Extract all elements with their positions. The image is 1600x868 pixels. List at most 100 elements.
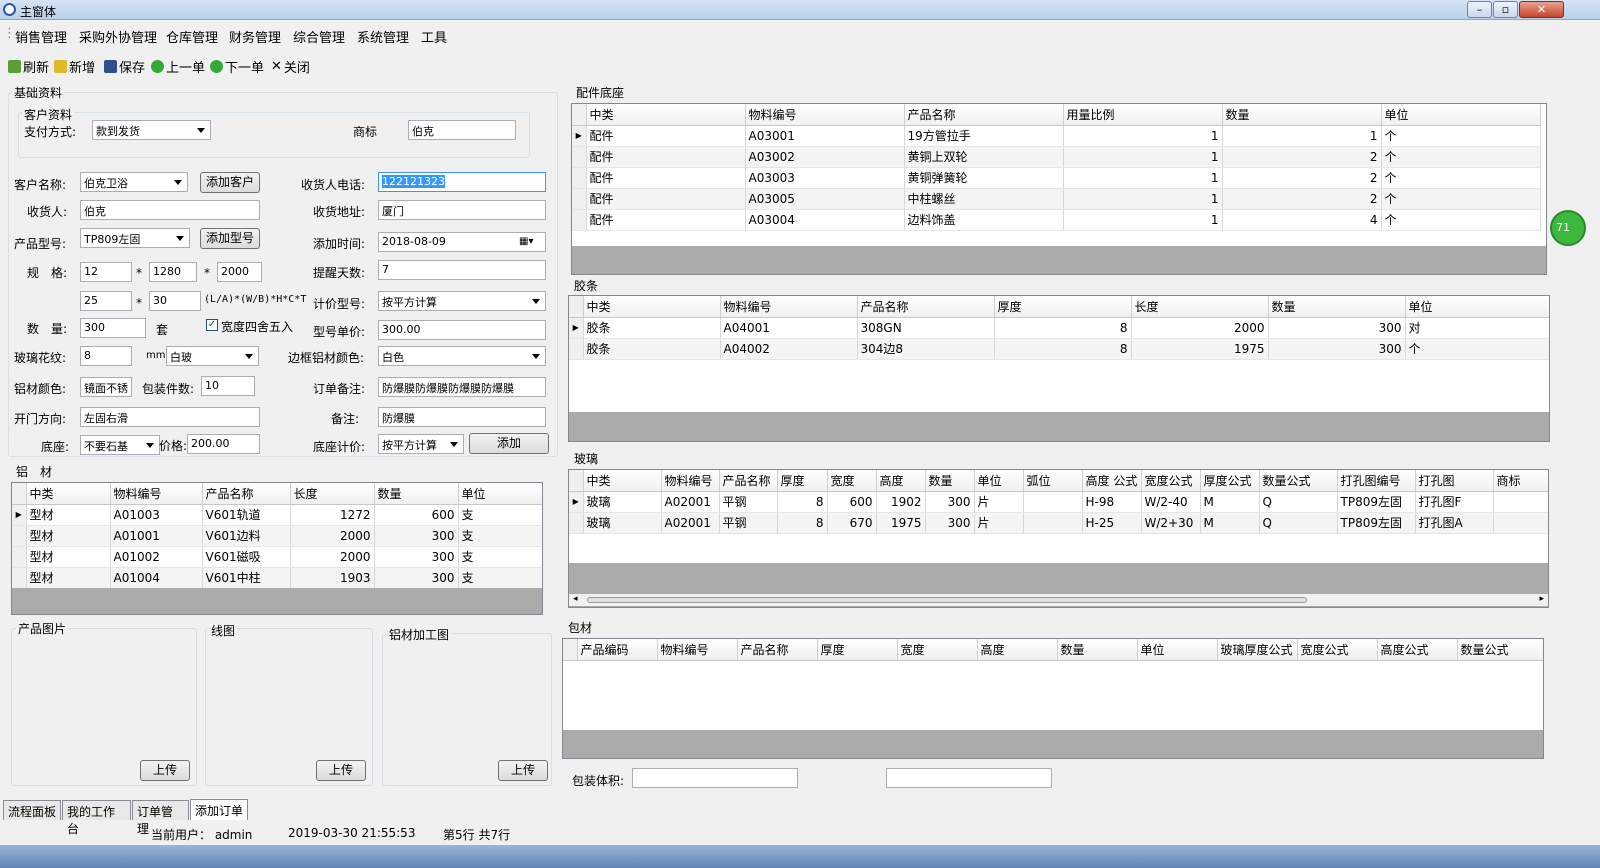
package-count-input[interactable]: 10 <box>201 376 255 396</box>
tab-flow-panel[interactable]: 流程面板 <box>3 800 61 820</box>
minimize-button[interactable]: – <box>1467 1 1492 18</box>
base-select[interactable]: 不要石基 <box>80 435 160 455</box>
col-header[interactable]: 产品编码 <box>577 639 658 661</box>
upload-line-image-button[interactable]: 上传 <box>316 760 366 781</box>
col-header[interactable]: 数量公式 <box>1259 470 1338 492</box>
table-row[interactable]: 配件 A03004 边料饰盖 1 4 个 <box>572 209 1541 231</box>
remark-input[interactable]: 防爆膜 <box>378 407 546 427</box>
col-header[interactable]: 数量公式 <box>1457 639 1543 661</box>
col-header[interactable]: 数量 <box>1222 104 1382 126</box>
table-row[interactable]: 玻璃 A02001 平钢 8 670 1975 300 片 H-25 W/2+30 M Q TP809左… <box>569 512 1548 534</box>
menu-system[interactable]: 系统管理 <box>357 27 409 46</box>
quantity-input[interactable]: 300 <box>80 318 146 338</box>
add-model-button[interactable]: 添加型号 <box>200 228 260 249</box>
remind-days-input[interactable]: 7 <box>378 260 546 280</box>
col-header[interactable]: 打孔图编号 <box>1337 470 1416 492</box>
scroll-thumb[interactable] <box>587 597 1307 603</box>
table-row[interactable]: 胶条 A04002 304边8 8 1975 300 个 <box>569 338 1549 360</box>
col-header[interactable]: 数量 <box>374 483 459 505</box>
col-header[interactable]: 产品名称 <box>857 296 995 318</box>
col-header[interactable]: 中类 <box>26 483 111 505</box>
close-window-button[interactable]: ✕ <box>1519 1 1564 18</box>
spec-width-input[interactable]: 1280 <box>149 262 197 282</box>
col-header[interactable]: 单位 <box>1381 104 1541 126</box>
col-header[interactable]: 单位 <box>1405 296 1549 318</box>
floating-badge[interactable]: 71 <box>1550 210 1586 246</box>
add-button[interactable]: 添加 <box>469 433 549 454</box>
tab-order-management[interactable]: 订单管理 <box>132 800 189 836</box>
spec-b-input[interactable]: 30 <box>149 291 201 311</box>
close-button[interactable]: ✕ 关闭 <box>271 57 310 76</box>
table-row[interactable]: 型材 A01001 V601边料 2000 300 支 <box>12 525 542 547</box>
upload-product-image-button[interactable]: 上传 <box>140 760 190 781</box>
address-input[interactable]: 厦门 <box>378 200 546 220</box>
col-header[interactable]: 高度公式 <box>1377 639 1458 661</box>
col-header[interactable]: 厚度 <box>777 470 828 492</box>
upload-process-image-button[interactable]: 上传 <box>498 760 548 781</box>
col-header[interactable]: 打孔图 <box>1415 470 1494 492</box>
pay-method-select[interactable]: 款到发货 <box>92 120 211 140</box>
col-header[interactable]: 单位 <box>458 483 542 505</box>
table-row[interactable]: 配件 A03005 中柱螺丝 1 2 个 <box>572 188 1541 210</box>
col-header[interactable]: 宽度公式 <box>1297 639 1378 661</box>
spec-a-input[interactable]: 25 <box>80 291 132 311</box>
col-header[interactable]: 中类 <box>586 104 746 126</box>
package-volume-input[interactable] <box>632 768 798 788</box>
scroll-left-icon[interactable]: ◂ <box>573 594 578 604</box>
save-button[interactable]: 保存 <box>104 57 145 76</box>
col-header[interactable]: 高度 公式 <box>1082 470 1142 492</box>
col-header[interactable]: 宽度公式 <box>1141 470 1201 492</box>
col-header[interactable]: 数量 <box>925 470 975 492</box>
col-header[interactable]: 高度 <box>977 639 1058 661</box>
add-customer-button[interactable]: 添加客户 <box>200 172 260 193</box>
glass-color-select[interactable]: 白玻 <box>166 346 259 366</box>
col-header[interactable]: 中类 <box>583 470 662 492</box>
col-header[interactable]: 厚度 <box>817 639 898 661</box>
maximize-button[interactable]: ▫ <box>1493 1 1518 18</box>
next-button[interactable]: 下一单 <box>210 57 264 76</box>
col-header[interactable]: 厚度公式 <box>1200 470 1260 492</box>
col-header[interactable]: 数量 <box>1268 296 1406 318</box>
col-header[interactable]: 长度 <box>290 483 375 505</box>
order-remark-input[interactable]: 防爆膜防爆膜防爆膜防爆膜 <box>378 377 546 397</box>
table-row[interactable]: 型材 A01002 V601磁吸 2000 300 支 <box>12 546 542 568</box>
col-header[interactable]: 厚度 <box>994 296 1132 318</box>
tab-my-workbench[interactable]: 我的工作台 <box>62 800 131 836</box>
prev-button[interactable]: 上一单 <box>151 57 205 76</box>
col-header[interactable]: 物料编号 <box>720 296 858 318</box>
glass-pattern-input[interactable]: 8 <box>80 346 132 366</box>
table-row[interactable]: 配件 A03002 黄铜上双轮 1 2 个 <box>572 146 1541 168</box>
menu-tools[interactable]: 工具 <box>421 27 447 46</box>
price-input[interactable]: 200.00 <box>187 434 260 454</box>
package-extra-input[interactable] <box>886 768 1052 788</box>
col-header[interactable]: 产品名称 <box>202 483 291 505</box>
table-row[interactable]: ▶ 胶条 A04001 308GN 8 2000 300 对 <box>569 317 1549 339</box>
menu-purchase[interactable]: 采购外协管理 <box>79 27 157 46</box>
table-row[interactable]: 型材 A01004 V601中柱 1903 300 支 <box>12 567 542 589</box>
col-header[interactable]: 单位 <box>1137 639 1218 661</box>
aluminum-color-input[interactable]: 镜面不锈 <box>80 377 132 397</box>
col-header[interactable]: 商标 <box>1493 470 1548 492</box>
table-row[interactable]: ▶ 配件 A03001 19方管拉手 1 1 个 <box>572 125 1541 147</box>
col-header[interactable]: 长度 <box>1131 296 1269 318</box>
col-header[interactable]: 物料编号 <box>745 104 905 126</box>
round-width-checkbox[interactable]: ✓ <box>206 319 218 331</box>
col-header[interactable]: 物料编号 <box>110 483 203 505</box>
table-row[interactable]: ▶ 型材 A01003 V601轨道 1272 600 支 <box>12 504 542 526</box>
phone-input[interactable]: 122121323 <box>378 172 546 192</box>
scroll-right-icon[interactable]: ▸ <box>1539 594 1544 604</box>
col-header[interactable]: 宽度 <box>827 470 877 492</box>
receiver-input[interactable]: 伯克 <box>80 200 260 220</box>
model-select[interactable]: TP809左固 <box>80 228 190 248</box>
horizontal-scrollbar[interactable]: ◂ ▸ <box>569 594 1548 606</box>
col-header[interactable]: 高度 <box>876 470 926 492</box>
table-row[interactable]: 配件 A03003 黄铜弹簧轮 1 2 个 <box>572 167 1541 189</box>
menu-warehouse[interactable]: 仓库管理 <box>166 27 218 46</box>
frame-color-select[interactable]: 白色 <box>378 346 546 366</box>
customer-name-select[interactable]: 伯克卫浴 <box>80 172 188 192</box>
col-header[interactable]: 玻璃厚度公式 <box>1217 639 1298 661</box>
col-header[interactable]: 物料编号 <box>661 470 720 492</box>
col-header[interactable]: 用量比例 <box>1063 104 1223 126</box>
col-header[interactable]: 中类 <box>583 296 721 318</box>
spec-length-input[interactable]: 12 <box>80 262 132 282</box>
